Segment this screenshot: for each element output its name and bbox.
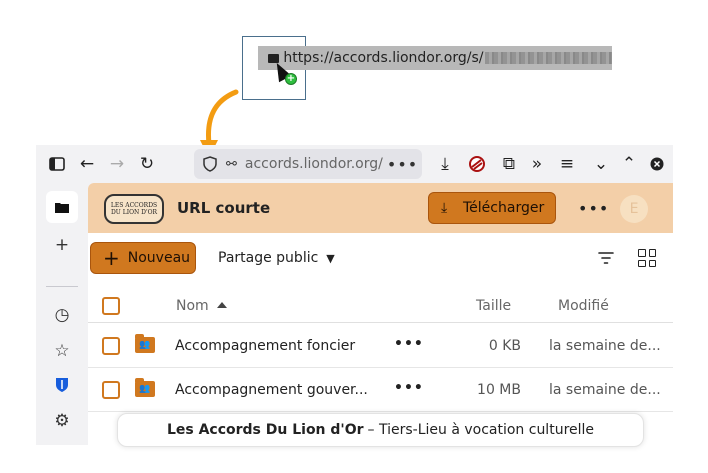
column-name-header[interactable]: Nom (176, 298, 227, 314)
logo-line-1: LES ACCORDS (110, 202, 158, 209)
new-label: Nouveau (127, 250, 191, 266)
download-button[interactable]: ⤓ Télécharger (428, 192, 556, 224)
share-filter-label: Partage public (218, 250, 319, 266)
extensions-puzzle-icon[interactable]: ⧉ (498, 153, 520, 175)
dragged-url-text: https://accords.liondor.org/s/ (283, 50, 484, 66)
column-modified-header[interactable]: Modifié (558, 298, 609, 314)
extension-ublock-icon[interactable] (466, 153, 488, 175)
sidebar-toggle-icon[interactable] (46, 153, 68, 175)
back-icon[interactable]: ← (76, 153, 98, 175)
file-modified: la semaine de... (549, 382, 661, 398)
download-icon: ⤓ (441, 200, 448, 216)
tracking-shield-icon[interactable] (202, 156, 218, 172)
overflow-chevron-icon[interactable]: » (526, 153, 548, 175)
row-more-icon[interactable]: ••• (394, 336, 424, 352)
menu-hamburger-icon[interactable]: ≡ (556, 153, 578, 175)
sidebar-bitwarden-icon[interactable] (46, 369, 78, 401)
sidebar-bookmarks-star-icon[interactable]: ☆ (46, 335, 78, 367)
footer-site-name: Les Accords Du Lion d'Or (166, 422, 364, 438)
reload-icon[interactable]: ↻ (136, 153, 158, 175)
browser-sidebar: + ◷ ☆ ⚙ (36, 183, 88, 445)
table-row[interactable]: 👥 Accompagnement foncier ••• 0 KB la sem… (88, 324, 673, 368)
address-text[interactable]: accords.liondor.org/s (245, 156, 383, 172)
permissions-icon[interactable]: ⚯ (226, 157, 237, 172)
column-name-label: Nom (176, 298, 209, 314)
page-footer: Les Accords Du Lion d'Or – Tiers-Lieu à … (117, 413, 644, 447)
avatar[interactable]: E (620, 195, 648, 223)
drop-copy-icon: + (285, 73, 297, 85)
file-name[interactable]: Accompagnement foncier (175, 338, 355, 354)
logo-line-2: DU LION D'OR (110, 209, 158, 216)
header-more-icon[interactable]: ••• (578, 199, 609, 218)
redacted-url-part (485, 52, 612, 64)
file-size: 10 MB (477, 382, 521, 398)
sort-asc-icon (216, 302, 227, 308)
dragged-url-label: https://accords.liondor.org/s/ (258, 46, 612, 70)
footer-tagline: – Tiers-Lieu à vocation culturelle (367, 422, 595, 438)
minimize-chevron-icon[interactable]: ⌄ (590, 153, 612, 175)
row-more-icon[interactable]: ••• (394, 380, 424, 396)
file-size: 0 KB (488, 338, 521, 354)
file-name[interactable]: Accompagnement gouver... (175, 382, 368, 398)
sidebar-folder-icon[interactable] (46, 191, 78, 223)
close-window-icon[interactable] (646, 153, 668, 175)
plus-icon: + (103, 246, 120, 270)
browser-toolbar: ← → ↻ ⚯ accords.liondor.org/s ••• ⤓ ⧉ » … (36, 145, 673, 183)
forward-icon[interactable]: → (106, 153, 128, 175)
shared-folder-icon: 👥 (135, 378, 155, 397)
page-title: URL courte (177, 199, 271, 217)
grid-view-icon[interactable] (638, 249, 656, 267)
sidebar-add-icon[interactable]: + (46, 229, 78, 261)
page-actions-icon[interactable]: ••• (387, 155, 418, 174)
share-header: LES ACCORDS DU LION D'OR URL courte ⤓ Té… (88, 183, 673, 233)
address-bar[interactable]: ⚯ accords.liondor.org/s ••• (194, 149, 422, 179)
new-button[interactable]: + Nouveau (90, 242, 196, 274)
select-all-checkbox[interactable] (102, 297, 120, 315)
site-logo: LES ACCORDS DU LION D'OR (104, 194, 164, 224)
maximize-chevron-icon[interactable]: ⌃ (618, 153, 640, 175)
sidebar-divider (46, 286, 78, 287)
shared-folder-icon: 👥 (135, 334, 155, 353)
row-checkbox[interactable] (102, 381, 120, 399)
public-share-dropdown[interactable]: Partage public ▼ (218, 250, 335, 266)
row-checkbox[interactable] (102, 337, 120, 355)
downloads-icon[interactable]: ⤓ (434, 153, 456, 175)
chevron-down-icon: ▼ (326, 251, 335, 265)
download-label: Télécharger (463, 200, 545, 216)
table-row[interactable]: 👥 Accompagnement gouver... ••• 10 MB la … (88, 368, 673, 412)
web-page: LES ACCORDS DU LION D'OR URL courte ⤓ Té… (88, 183, 673, 445)
column-size-header[interactable]: Taille (476, 298, 511, 314)
filter-icon[interactable] (598, 250, 614, 266)
sidebar-settings-gear-icon[interactable]: ⚙ (46, 405, 78, 437)
action-bar: + Nouveau Partage public ▼ (88, 241, 673, 275)
sidebar-history-icon[interactable]: ◷ (46, 299, 78, 331)
browser-window: ← → ↻ ⚯ accords.liondor.org/s ••• ⤓ ⧉ » … (36, 145, 673, 445)
table-header: Nom Taille Modifié (88, 289, 673, 323)
file-modified: la semaine de... (549, 338, 661, 354)
